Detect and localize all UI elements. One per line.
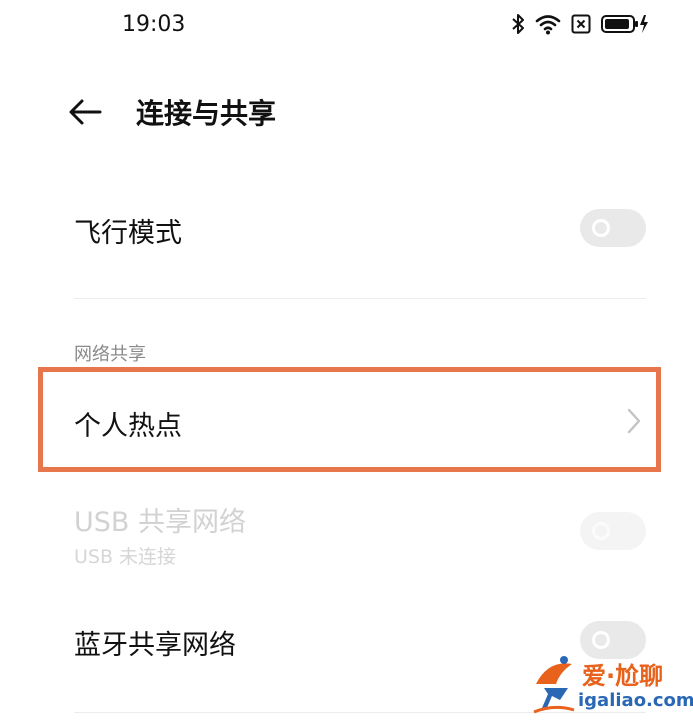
page-header: 连接与共享 [0, 80, 693, 144]
bluetooth-icon [511, 12, 525, 36]
status-time: 19:03 [122, 12, 186, 37]
status-bar: 19:03 [0, 0, 693, 52]
arrow-left-icon [69, 99, 102, 125]
back-button[interactable] [66, 94, 106, 130]
airplane-mode-toggle[interactable] [580, 209, 646, 247]
section-header-network-sharing: 网络共享 [74, 344, 146, 365]
page-title: 连接与共享 [136, 97, 277, 130]
watermark-logo-icon [533, 656, 575, 714]
usb-tethering-label: USB 共享网络 [74, 507, 247, 538]
divider [74, 298, 646, 299]
status-icons [511, 12, 649, 36]
watermark-brand: 爱·尬聊 [582, 662, 664, 690]
airplane-mode-row[interactable]: 飞行模式 [74, 205, 646, 255]
toggle-knob [592, 219, 610, 237]
bluetooth-tethering-label: 蓝牙共享网络 [74, 630, 236, 661]
usb-tethering-row: USB 共享网络 USB 未连接 [74, 496, 646, 574]
sim-off-icon [571, 14, 591, 34]
toggle-knob [592, 631, 610, 649]
airplane-mode-label: 飞行模式 [74, 218, 182, 249]
watermark-url: igaliao.com [578, 690, 693, 711]
battery-charging-icon [601, 13, 649, 35]
toggle-knob [592, 522, 610, 540]
watermark: 爱·尬聊 igaliao.com [530, 652, 693, 722]
highlight-box [38, 367, 661, 472]
wifi-icon [535, 13, 561, 35]
usb-tethering-toggle [580, 512, 646, 550]
usb-status-label: USB 未连接 [74, 546, 177, 568]
